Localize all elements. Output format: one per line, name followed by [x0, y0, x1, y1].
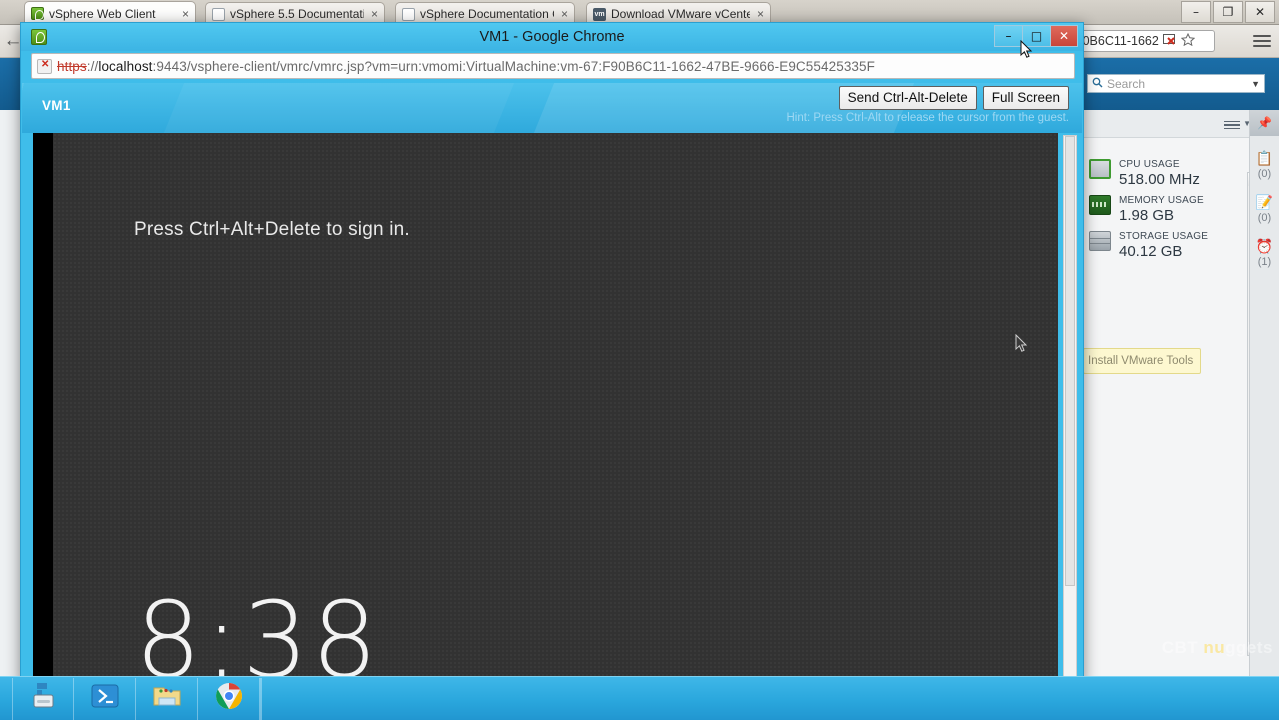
- windows-taskbar: [0, 676, 1279, 720]
- watermark-suffix: ggets: [1225, 638, 1273, 657]
- chrome-title-bar[interactable]: VM1 - Google Chrome – □ ✕: [21, 23, 1083, 51]
- scrollbar-thumb[interactable]: [1065, 136, 1075, 586]
- browser-tab-label: vSphere Web Client: [49, 6, 156, 21]
- insecure-page-icon: [1162, 33, 1177, 49]
- vm-name-label: VM1: [42, 98, 71, 113]
- vmrc-page: VM1 Send Ctrl-Alt-Delete Full Screen Hin…: [22, 83, 1082, 682]
- alarms-icon: ⏰: [1255, 238, 1274, 254]
- search-placeholder: Search: [1107, 76, 1146, 91]
- console-scrollbar[interactable]: [1063, 135, 1077, 680]
- notes-count: (0): [1257, 212, 1272, 224]
- alarms-count: (1): [1257, 256, 1272, 268]
- star-icon[interactable]: [1180, 32, 1195, 49]
- chrome-close-button[interactable]: ✕: [1050, 25, 1078, 47]
- vmrc-header: VM1 Send Ctrl-Alt-Delete Full Screen Hin…: [22, 83, 1082, 133]
- cpu-icon: [1089, 159, 1111, 179]
- vmrc-toolbar: Send Ctrl-Alt-Delete Full Screen: [838, 86, 1069, 110]
- server-manager-icon: [28, 682, 58, 715]
- chrome-window-controls: – □ ✕: [994, 25, 1078, 47]
- chrome-address-bar[interactable]: https://localhost:9443/vsphere-client/vm…: [31, 53, 1075, 79]
- chevron-down-icon[interactable]: ▼: [1251, 79, 1260, 89]
- url-rest: :9443/vsphere-client/vmrc/vmrc.jsp?vm=ur…: [152, 58, 875, 74]
- guest-clock: 8:38: [135, 579, 381, 682]
- chrome-icon: [214, 681, 244, 716]
- storage-icon: [1089, 231, 1111, 251]
- metric-value: 40.12 GB: [1119, 243, 1183, 260]
- hamburger-icon[interactable]: [1253, 32, 1271, 50]
- metric-label: STORAGE USAGE: [1119, 231, 1209, 242]
- search-input[interactable]: Search ▼: [1087, 74, 1265, 93]
- insecure-https-icon[interactable]: [37, 58, 52, 74]
- pin-icon[interactable]: 📌: [1250, 110, 1279, 136]
- document-icon: [212, 7, 225, 21]
- chrome-url-text: https://localhost:9443/vsphere-client/vm…: [57, 59, 875, 74]
- taskbar-item-server-manager[interactable]: [12, 677, 74, 720]
- screen-root: vSphere Web Client × vSphere 5.5 Documen…: [0, 0, 1279, 720]
- cbt-nuggets-watermark: CBT nuggets: [1162, 638, 1273, 658]
- url-scheme: https: [57, 58, 87, 74]
- taskbar-item-file-explorer[interactable]: [136, 677, 198, 720]
- mouse-cursor-titlebar: [1020, 40, 1033, 59]
- close-icon[interactable]: ×: [755, 7, 764, 21]
- browser-maximize-button[interactable]: ❐: [1213, 1, 1243, 23]
- send-ctrl-alt-delete-button[interactable]: Send Ctrl-Alt-Delete: [838, 86, 977, 110]
- browser-window-controls: – ❐ ✕: [1181, 1, 1275, 23]
- browser-minimize-button[interactable]: –: [1181, 1, 1211, 23]
- console-letterbox: Press Ctrl+Alt+Delete to sign in. 8:38: [33, 133, 1058, 682]
- tasks-icon: 📋: [1255, 150, 1274, 166]
- taskbar-item-powershell[interactable]: [74, 677, 136, 720]
- file-explorer-icon: [152, 683, 182, 714]
- list-icon[interactable]: [1224, 119, 1241, 129]
- memory-icon: [1089, 195, 1111, 215]
- close-icon[interactable]: ×: [559, 7, 568, 21]
- chrome-minimize-button[interactable]: –: [994, 25, 1022, 47]
- magnifier-icon: [1092, 75, 1103, 93]
- metric-value: 518.00 MHz: [1119, 171, 1200, 188]
- browser-close-button[interactable]: ✕: [1245, 1, 1275, 23]
- rail-item-tasks[interactable]: 📋 (0): [1250, 150, 1279, 180]
- tasks-count: (0): [1257, 168, 1272, 180]
- install-vmware-tools-label: Install VMware Tools: [1088, 355, 1194, 367]
- install-vmware-tools-banner[interactable]: Install VMware Tools: [1083, 348, 1201, 374]
- taskbar-item-chrome[interactable]: [198, 677, 260, 720]
- chrome-vmrc-window: VM1 - Google Chrome – □ ✕ https://localh…: [20, 22, 1084, 684]
- browser-address-bar[interactable]: F90B6C11-1662: [1063, 30, 1215, 52]
- mouse-cursor-console: [1015, 334, 1028, 353]
- browser-tab-label: vSphere 5.5 Documentatic: [230, 7, 364, 21]
- powershell-icon: [91, 683, 119, 714]
- url-host: localhost: [98, 58, 153, 74]
- guest-screen[interactable]: Press Ctrl+Alt+Delete to sign in. 8:38: [53, 133, 1058, 682]
- watermark-prefix: CBT: [1161, 638, 1204, 657]
- header-band-decoration: [143, 83, 531, 133]
- full-screen-button[interactable]: Full Screen: [982, 86, 1069, 110]
- notes-icon: 📝: [1255, 194, 1274, 210]
- browser-tab-label: vSphere Documentation C: [420, 7, 554, 21]
- vmrc-console-area: Press Ctrl+Alt+Delete to sign in. 8:38: [22, 133, 1082, 682]
- document-icon: [402, 7, 415, 21]
- rail-item-notes[interactable]: 📝 (0): [1250, 194, 1279, 224]
- close-icon[interactable]: ×: [369, 7, 378, 21]
- rail-item-alarms[interactable]: ⏰ (1): [1250, 238, 1279, 268]
- metric-value: 1.98 GB: [1119, 207, 1175, 224]
- vmrc-hint-text: Hint: Press Ctrl-Alt to release the curs…: [786, 112, 1070, 124]
- chrome-window-title: VM1 - Google Chrome: [479, 29, 625, 45]
- url-separator: ://: [86, 58, 99, 74]
- vmware-icon: vm: [593, 7, 606, 21]
- browser-tab-label: Download VMware vCente: [611, 7, 750, 21]
- guest-sign-in-message: Press Ctrl+Alt+Delete to sign in.: [134, 219, 410, 240]
- metric-label: CPU USAGE: [1119, 159, 1180, 170]
- vsphere-right-rail: 📌 📋 (0) 📝 (0) ⏰ (1): [1249, 110, 1279, 690]
- close-icon[interactable]: ×: [180, 7, 189, 21]
- taskbar-divider: [260, 677, 262, 720]
- metric-label: MEMORY USAGE: [1119, 195, 1204, 206]
- watermark-highlight: nu: [1203, 638, 1226, 657]
- vsphere-icon: [31, 7, 44, 20]
